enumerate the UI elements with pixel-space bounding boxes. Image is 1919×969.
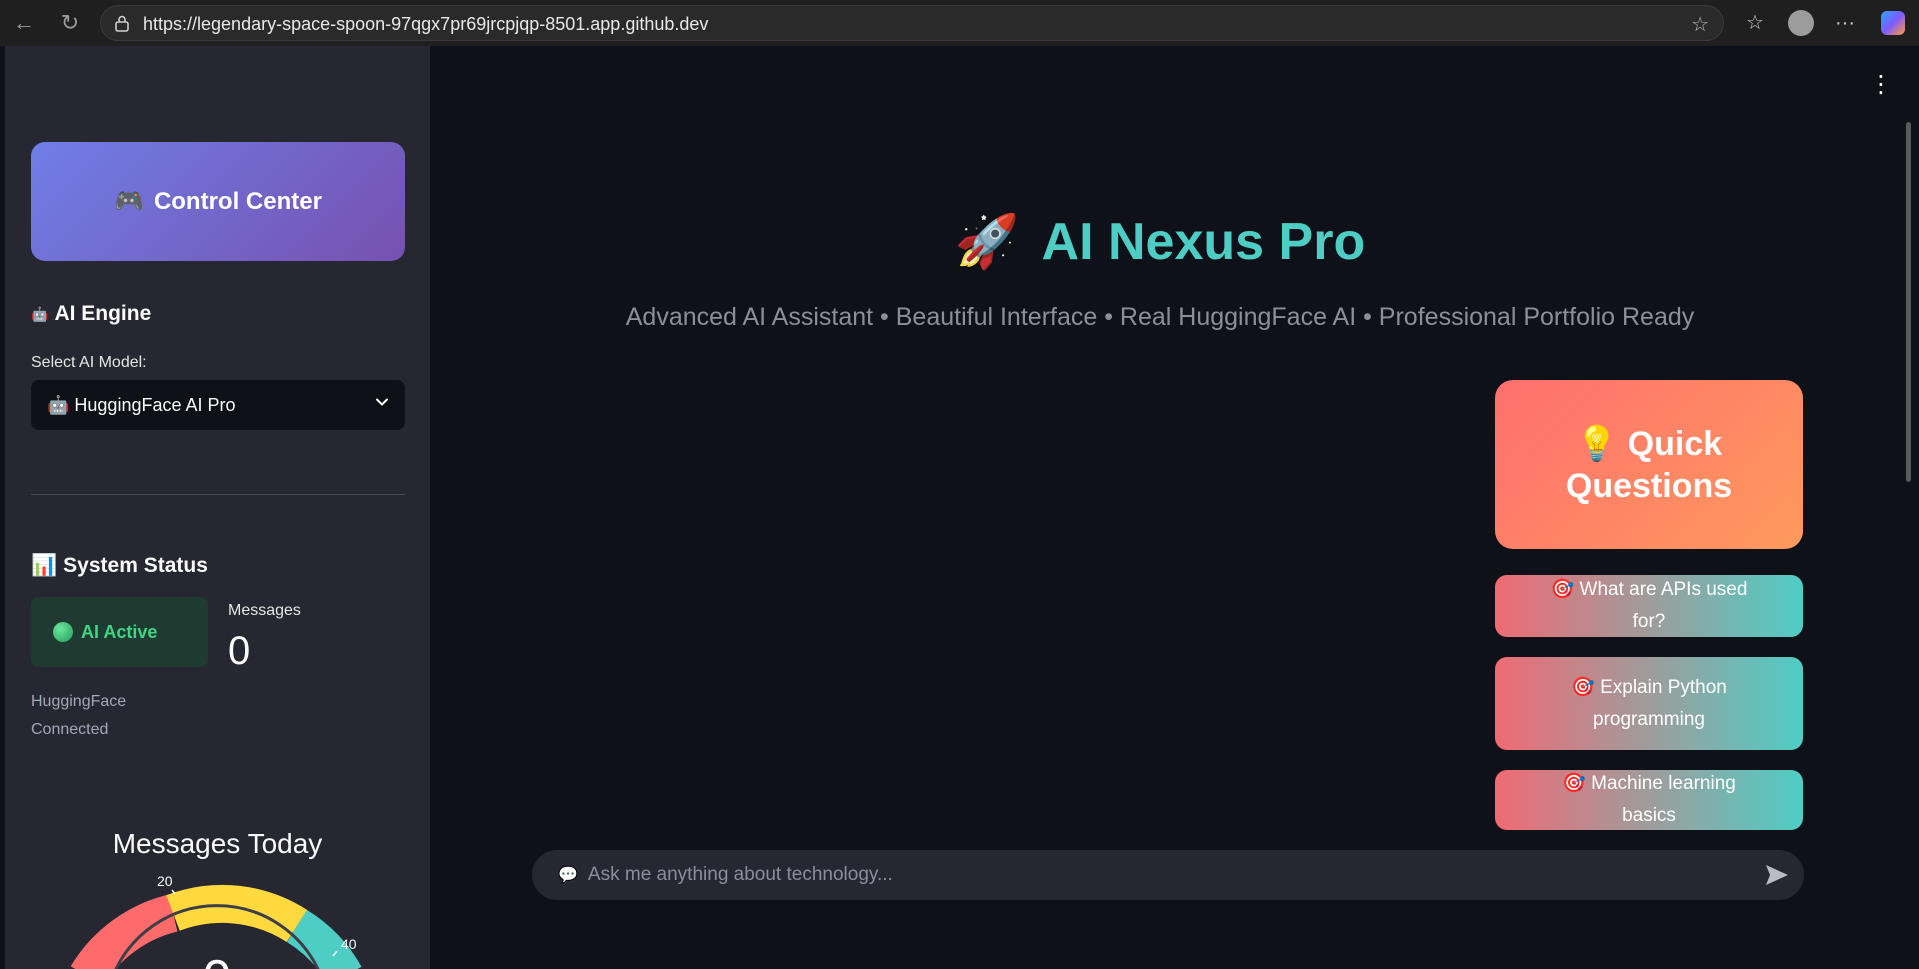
ai-engine-heading-text: AI Engine	[54, 302, 152, 325]
ai-active-badge: AI Active	[31, 597, 208, 667]
control-center-title: Control Center	[153, 187, 322, 215]
quick-questions-heading-line1: Quick	[1627, 424, 1723, 463]
rocket-icon: 🚀	[954, 213, 1020, 271]
bar-chart-icon: 📊	[31, 554, 58, 577]
quick-question-button-apis[interactable]: 🎯 What are APIs used for?	[1495, 575, 1803, 637]
messages-metric-label: Messages	[228, 602, 301, 619]
quick-questions-card: 💡 Quick Questions	[1495, 380, 1803, 549]
quick-question-button-python[interactable]: 🎯 Explain Python programming	[1495, 657, 1803, 750]
reload-icon[interactable]: ↻	[56, 9, 84, 37]
target-icon: 🎯	[1550, 579, 1575, 600]
robot-icon: 🤖	[31, 305, 49, 322]
lightbulb-icon: 💡	[1575, 424, 1619, 463]
chat-input[interactable]	[585, 863, 1690, 887]
page-title: 🚀 AI Nexus Pro	[425, 211, 1895, 272]
send-icon[interactable]	[1764, 863, 1790, 887]
system-status-heading: 📊 System Status	[31, 554, 208, 578]
green-circle-icon	[53, 622, 73, 642]
gamepad-icon: 🎮	[114, 188, 144, 215]
model-select[interactable]: 🤖 HuggingFace AI Pro	[31, 380, 405, 430]
target-icon: 🎯	[1571, 676, 1595, 698]
messages-metric-value: 0	[228, 629, 251, 673]
sidebar: 🎮 Control Center 🤖 AI Engine Select AI M…	[5, 46, 430, 969]
gauge-value: 0	[203, 950, 232, 969]
quick-question-button-ml[interactable]: 🎯 Machine learning basics	[1495, 770, 1803, 830]
sidebar-divider	[31, 494, 405, 495]
browser-toolbar: ← ↻ https://legendary-space-spoon-97qgx7…	[0, 0, 1919, 46]
model-select-value: 🤖 HuggingFace AI Pro	[47, 394, 236, 415]
quick-question-label: Explain Python programming	[1593, 676, 1727, 730]
gauge-tick-label-20: 20	[157, 876, 173, 889]
gauge-tick-label-40: 40	[341, 936, 357, 952]
main-scrollbar[interactable]	[1906, 122, 1911, 482]
messages-gauge: 20 40 0	[70, 876, 362, 969]
address-bar[interactable]: https://legendary-space-spoon-97qgx7pr69…	[100, 5, 1724, 41]
speech-bubble-icon: 💬	[558, 867, 578, 884]
ai-engine-heading: 🤖 AI Engine	[31, 302, 151, 326]
quick-questions-line2: Questions	[1565, 466, 1733, 505]
app-area: 🎮 Control Center 🤖 AI Engine Select AI M…	[5, 46, 1919, 969]
more-options-icon[interactable]: ···	[1830, 9, 1860, 37]
page-subtitle: Advanced AI Assistant • Beautiful Interf…	[625, 303, 1695, 331]
copilot-icon[interactable]	[1881, 11, 1905, 35]
chat-input-bar[interactable]: 💬	[532, 850, 1804, 900]
connection-caption: HuggingFace Connected	[31, 693, 127, 738]
app-menu-icon[interactable]: ⋮	[1869, 72, 1893, 98]
control-center-card: 🎮 Control Center	[31, 142, 405, 261]
back-icon[interactable]: ←	[10, 9, 38, 37]
quick-questions-line1: 💡 Quick	[1576, 423, 1722, 465]
system-status-heading-text: System Status	[63, 554, 208, 577]
profile-avatar[interactable]	[1788, 10, 1814, 36]
chevron-down-icon	[376, 398, 388, 406]
target-icon: 🎯	[1562, 773, 1586, 794]
page-title-text: AI Nexus Pro	[1041, 212, 1366, 271]
bookmark-star-icon[interactable]: ☆	[1691, 12, 1709, 37]
quick-question-label: Machine learning basics	[1591, 773, 1736, 826]
gauge-title: Messages Today	[112, 828, 323, 859]
model-select-label: Select AI Model:	[31, 354, 147, 371]
url-text: https://legendary-space-spoon-97qgx7pr69…	[143, 14, 709, 34]
quick-question-label: What are APIs used for?	[1579, 579, 1748, 632]
favorites-icon[interactable]: ☆	[1740, 9, 1770, 37]
lock-icon	[115, 15, 129, 32]
ai-active-label: AI Active	[81, 621, 158, 642]
